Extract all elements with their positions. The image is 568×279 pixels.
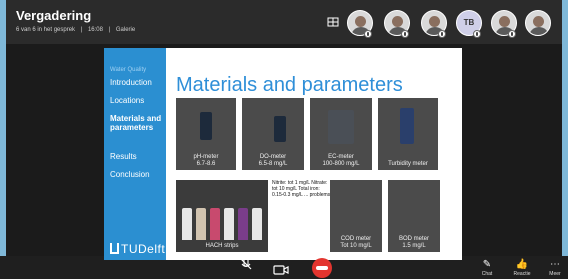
thumbs-up-icon: 👍 (515, 259, 529, 270)
avatar-face (499, 16, 510, 27)
avatar-face (533, 16, 544, 27)
muted-mic-icon (401, 30, 409, 38)
slide-photo-bod: BOD meter 1.5 mg/L (388, 180, 440, 252)
meeting-time: 16:08 (87, 27, 103, 33)
muted-mic-icon (508, 30, 516, 38)
muted-mic-icon (364, 30, 372, 38)
slide-photo-do: DO-meter 6.5-8 mg/L (242, 98, 304, 170)
slide-nav-conclusion: Conclusion (110, 170, 150, 179)
meeting-title: Vergadering (16, 8, 92, 23)
layout-icon[interactable] (327, 17, 339, 27)
slide-nav-introduction: Introduction (110, 78, 152, 87)
tudelft-logo: TUDelft (110, 242, 165, 256)
slide-photo-ph: pH-meter 6.7-8.6 (176, 98, 236, 170)
photo-caption: Turbidity meter (388, 161, 428, 167)
chat-icon: ✎ (482, 259, 492, 270)
meeting-meta: 6 van 6 in het gesprek | 16:08 | Galerie (16, 27, 136, 33)
slide-photo-hach: HACH strips (176, 180, 268, 252)
meeting-header: Vergadering 6 van 6 in het gesprek | 16:… (6, 0, 562, 44)
slide-photo-turbidity: Turbidity meter (378, 98, 438, 170)
mute-mic-icon[interactable] (238, 256, 254, 272)
photo-caption: DO-meter 6.5-8 mg/L (258, 154, 288, 167)
muted-mic-icon (473, 30, 481, 38)
reactions-button[interactable]: 👍 Reactie (508, 258, 536, 277)
participant-avatar[interactable] (525, 10, 551, 36)
chat-button[interactable]: ✎ Chat (473, 258, 501, 277)
slide-photo-cod: COD meter Tot 10 mg/L (330, 180, 382, 252)
more-icon: ⋯ (550, 259, 560, 270)
slide-nav-header: Water Quality (110, 67, 147, 73)
end-call-button[interactable] (312, 258, 332, 278)
avatar-face (355, 16, 366, 27)
meeting-window: Vergadering 6 van 6 in het gesprek | 16:… (0, 0, 568, 278)
slide-notes: Nitrite: tot 1 mg/L Nitrate: tot 10 mg/L… (272, 180, 331, 198)
photo-caption: pH-meter 6.7-8.6 (193, 154, 219, 167)
view-mode: Galerie (115, 27, 136, 33)
muted-mic-icon (438, 30, 446, 38)
camera-button[interactable] (272, 261, 290, 279)
shared-slide: Water Quality Introduction Locations Mat… (104, 48, 462, 260)
photo-caption: HACH strips (205, 243, 239, 249)
slide-photo-ec: EC-meter 100-800 mg/L (310, 98, 372, 170)
slide-title: Materials and parameters (176, 74, 403, 96)
meeting-stage: Water Quality Introduction Locations Mat… (6, 44, 562, 278)
slide-sidebar: Water Quality Introduction Locations Mat… (104, 48, 166, 260)
slide-nav-materials: Materials and parameters (110, 114, 162, 132)
photo-caption: BOD meter 1.5 mg/L (398, 236, 429, 249)
slide-nav-locations: Locations (110, 96, 145, 105)
more-button[interactable]: ⋯ Meer (541, 258, 568, 277)
photo-caption: EC-meter 100-800 mg/L (322, 154, 360, 167)
tudelft-logo-mark-icon (110, 243, 119, 254)
window-border-right (562, 0, 568, 256)
photo-caption: COD meter Tot 10 mg/L (340, 236, 372, 249)
slide-nav-results: Results (110, 152, 137, 161)
avatar-face (392, 16, 403, 27)
participant-count: 6 van 6 in het gesprek (16, 27, 76, 33)
avatar-face (429, 16, 440, 27)
